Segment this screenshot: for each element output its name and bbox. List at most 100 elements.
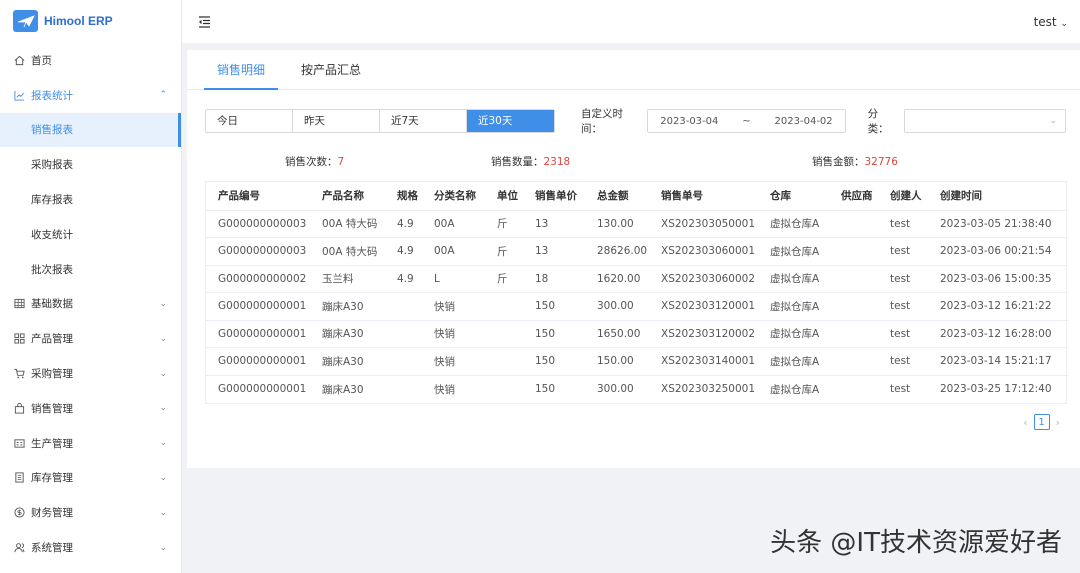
sidebar-item-label: 财务管理 [31, 507, 73, 520]
table-cell: 4.9 [385, 210, 422, 238]
sidebar-item-reports[interactable]: 报表统计 ⌃ [0, 78, 181, 113]
table-cell: 1620.00 [585, 265, 649, 293]
cart-icon [13, 368, 25, 380]
range-7days-button[interactable]: 近7天 [380, 110, 467, 132]
table-cell [829, 292, 878, 321]
table-cell: XS202303060001 [649, 237, 758, 266]
sidebar-item-purchase-report[interactable]: 采购报表 [0, 147, 181, 182]
table-cell [385, 292, 422, 321]
range-separator: ~ [742, 115, 751, 127]
stats-row: 销售次数：7 销售数量：2318 销售金额：32776 [187, 154, 1080, 168]
next-page-button[interactable]: › [1056, 416, 1060, 429]
table-cell: 虚拟仓库A [770, 383, 820, 396]
sidebar-item-system[interactable]: 系统管理 ⌄ [0, 530, 181, 565]
table-row[interactable]: G000000000001 蹦床A30 快销 150 300.00 XS202303120… [206, 292, 1068, 321]
table-row[interactable]: G000000000001 蹦床A30 快销 150 150.00 XS202303140… [206, 347, 1068, 376]
user-menu[interactable]: test ⌄ [1034, 15, 1068, 29]
chevron-down-icon: ⌄ [159, 472, 167, 483]
tab-bar: 销售明细 按产品汇总 [187, 50, 1080, 90]
tab-by-product[interactable]: 按产品汇总 [288, 50, 374, 90]
sales-count-stat: 销售次数：7 [285, 154, 344, 169]
range-button-group: 今日 昨天 近7天 近30天 [205, 109, 555, 133]
table-cell [829, 320, 878, 348]
app-title: Himool ERP [44, 14, 113, 28]
table-cell: 28626.00 [585, 237, 649, 266]
column-header: 分类名称 [422, 182, 485, 211]
table-cell [829, 265, 878, 293]
table-cell: 虚拟仓库A [758, 347, 829, 376]
table-row[interactable]: G000000000003 00A 特大码 4.9 00A 斤 13 28626.00 XS2… [206, 237, 1068, 266]
column-header: 产品名称 [310, 182, 385, 211]
sidebar-item-production[interactable]: 生产管理 ⌄ [0, 426, 181, 461]
stat-label: 销售次数： [285, 156, 338, 168]
table-cell: test [878, 320, 928, 348]
table-cell: XS202303060002 [649, 265, 758, 293]
table-cell: 快销 [422, 347, 485, 376]
column-header: 单位 [485, 182, 523, 211]
range-30days-button[interactable]: 近30天 [467, 110, 554, 132]
sidebar-item-income-expense[interactable]: 收支统计 [0, 217, 181, 252]
table-cell: 蹦床A30 [310, 320, 385, 348]
sidebar: Himool ERP 首页 报表统计 ⌃ 销售报表 采购报表 库存报表 收支统计… [0, 0, 182, 573]
chevron-down-icon: ⌄ [159, 368, 167, 379]
sidebar-item-finance[interactable]: 财务管理 ⌄ [0, 495, 181, 530]
tab-sales-detail[interactable]: 销售明细 [204, 50, 279, 90]
sidebar-item-sales-report[interactable]: 销售报表 [0, 112, 181, 148]
table-cell: G000000000002 [206, 265, 310, 293]
sales-qty-stat: 销售数量：2318 [491, 154, 570, 169]
sidebar-item-inventory[interactable]: 库存管理 ⌄ [0, 461, 181, 496]
sidebar-item-batch-report[interactable]: 批次报表 [0, 252, 181, 287]
table-cell: 斤 [485, 237, 523, 266]
chevron-down-icon: ⌄ [159, 333, 167, 344]
date-range-picker[interactable]: 2023-03-04 ~ 2023-04-02 [647, 109, 846, 133]
table-cell: 300.00 [597, 383, 634, 395]
table-cell: test [878, 237, 928, 266]
users-icon [13, 542, 25, 554]
prev-page-button[interactable]: ‹ [1023, 416, 1027, 429]
sidebar-item-sales[interactable]: 销售管理 ⌄ [0, 391, 181, 426]
table-cell: 150 [523, 347, 585, 376]
table-cell: 虚拟仓库A [758, 210, 829, 238]
table-cell: XS202303120002 [649, 320, 758, 348]
main-card: 销售明细 按产品汇总 今日 昨天 近7天 近30天 自定义时间： 2023-03… [187, 50, 1080, 468]
table-cell: 00A 特大码 [310, 210, 385, 238]
range-yesterday-button[interactable]: 昨天 [293, 110, 380, 132]
sidebar-item-products[interactable]: 产品管理 ⌄ [0, 321, 181, 356]
table-cell: L [422, 265, 485, 293]
sidebar-item-home[interactable]: 首页 [0, 43, 181, 78]
file-icon [13, 472, 25, 484]
sidebar-item-label: 生产管理 [31, 437, 73, 450]
table-cell: 快销 [434, 383, 455, 396]
table-cell: 虚拟仓库A [758, 265, 829, 293]
page-number-button[interactable]: 1 [1033, 414, 1050, 430]
range-today-button[interactable]: 今日 [206, 110, 293, 132]
start-date: 2023-03-04 [660, 115, 719, 127]
chevron-down-icon: ⌄ [159, 403, 167, 414]
category-select[interactable]: ⌄ [903, 109, 1066, 133]
table-cell: XS202303050001 [649, 210, 758, 238]
sidebar-item-label: 首页 [31, 54, 52, 67]
table-row[interactable]: G000000000001 蹦床A30 快销 150 1650.00 XS20230312… [206, 320, 1068, 348]
username: test [1033, 14, 1057, 29]
table-cell: 2023-03-05 21:38:40 [928, 210, 1068, 238]
table-cell [829, 237, 878, 266]
table-cell [485, 347, 523, 376]
sidebar-item-base-data[interactable]: 基础数据 ⌄ [0, 287, 181, 322]
chart-icon [13, 89, 25, 101]
table-cell: XS202303120001 [649, 292, 758, 321]
table-cell: XS202303250001 [661, 383, 756, 395]
filter-row: 今日 昨天 近7天 近30天 自定义时间： 2023-03-04 ~ 2023-… [205, 108, 1066, 135]
table-cell [385, 320, 422, 348]
sidebar-item-label: 基础数据 [31, 298, 73, 311]
table-row[interactable]: G000000000003 00A 特大码 4.9 00A 斤 13 130.00 XS202… [206, 210, 1068, 238]
chevron-down-icon: ⌄ [1049, 116, 1057, 126]
table-row[interactable]: G000000000001 蹦床A30 快销 150 300.00 XS202303250… [206, 375, 1068, 403]
logo[interactable]: Himool ERP [0, 0, 181, 42]
bag-icon [13, 402, 25, 414]
menu-fold-icon[interactable] [198, 15, 212, 28]
table-row[interactable]: G000000000002 玉兰料 4.9 L 斤 18 1620.00 XS20230306… [206, 265, 1068, 293]
sidebar-item-inventory-report[interactable]: 库存报表 [0, 182, 181, 217]
sidebar-item-purchase[interactable]: 采购管理 ⌄ [0, 356, 181, 391]
table-cell: G000000000001 [206, 320, 310, 348]
table-cell: 13 [523, 237, 585, 266]
